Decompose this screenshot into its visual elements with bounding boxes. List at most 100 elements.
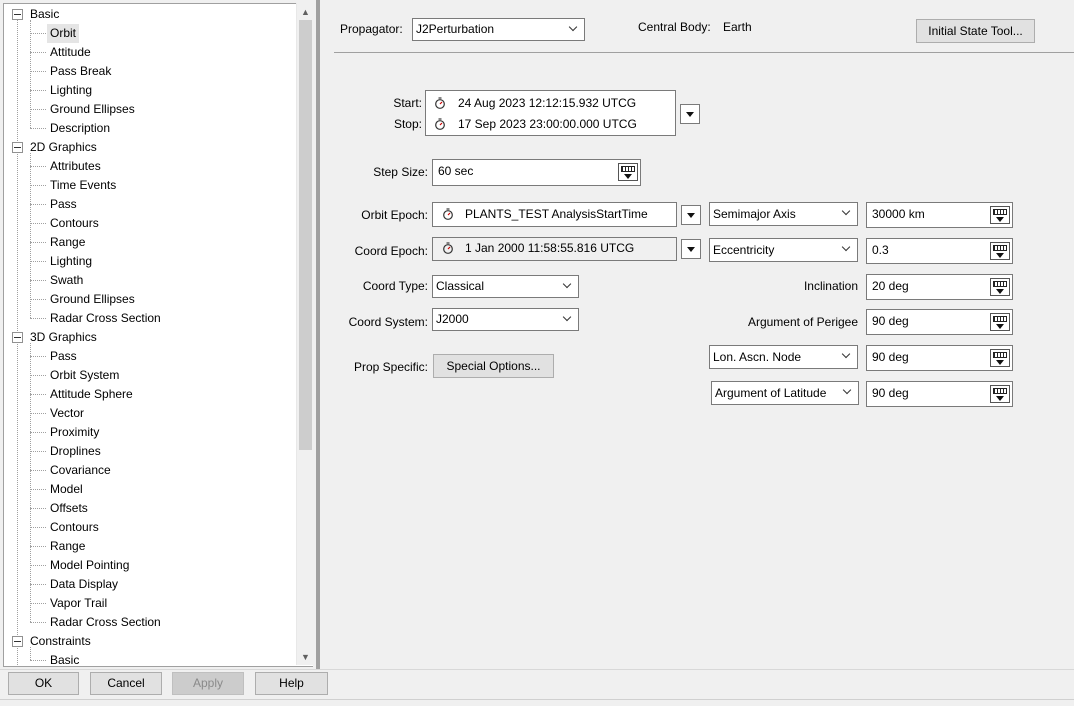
tree-category[interactable]: Constraints bbox=[30, 632, 91, 651]
tree-item[interactable]: Pass Break bbox=[50, 62, 111, 81]
collapse-toggle-icon[interactable] bbox=[12, 9, 23, 20]
chevron-down-icon bbox=[568, 19, 580, 40]
cancel-button[interactable]: Cancel bbox=[90, 672, 162, 695]
scroll-thumb[interactable] bbox=[299, 20, 312, 450]
coord-type-select[interactable]: Classical bbox=[432, 275, 579, 298]
tree-category[interactable]: Basic bbox=[30, 5, 59, 24]
special-options-button[interactable]: Special Options... bbox=[433, 354, 554, 378]
tree-item[interactable]: Attributes bbox=[50, 157, 101, 176]
tree-connector bbox=[30, 20, 31, 128]
argument-of-latitude-label: Argument of Latitude bbox=[715, 386, 827, 400]
central-body-value: Earth bbox=[723, 20, 752, 34]
collapse-toggle-icon[interactable] bbox=[12, 142, 23, 153]
coord-epoch-label: Coord Epoch: bbox=[354, 244, 428, 258]
lon-ascn-node-select[interactable]: Lon. Ascn. Node bbox=[709, 345, 858, 369]
unit-selector-icon[interactable] bbox=[618, 163, 638, 181]
tree-item[interactable]: Swath bbox=[50, 271, 83, 290]
tree-item[interactable]: Contours bbox=[50, 518, 99, 537]
lon-ascn-node-label: Lon. Ascn. Node bbox=[713, 350, 802, 364]
tree-item[interactable]: Orbit System bbox=[50, 366, 119, 385]
tree-item[interactable]: Model bbox=[50, 480, 83, 499]
argument-of-perigee-value: 90 deg bbox=[872, 314, 909, 328]
tree-item[interactable]: Vapor Trail bbox=[50, 594, 107, 613]
inclination-value: 20 deg bbox=[872, 279, 909, 293]
collapse-toggle-icon[interactable] bbox=[12, 636, 23, 647]
tree-item[interactable]: Lighting bbox=[50, 81, 92, 100]
unit-selector-icon[interactable] bbox=[990, 385, 1010, 403]
step-size-field[interactable]: 60 sec bbox=[432, 159, 641, 186]
start-time-value[interactable]: 24 Aug 2023 12:12:15.932 UTCG bbox=[458, 93, 636, 113]
tree-item[interactable]: Vector bbox=[50, 404, 84, 423]
tree-item[interactable]: Proximity bbox=[50, 423, 99, 442]
tree-item[interactable]: Ground Ellipses bbox=[50, 290, 135, 309]
coord-epoch-dropdown-button[interactable] bbox=[681, 239, 701, 259]
help-button[interactable]: Help bbox=[255, 672, 328, 695]
tree-item[interactable]: Pass bbox=[50, 195, 77, 214]
argument-of-latitude-select[interactable]: Argument of Latitude bbox=[711, 381, 859, 405]
unit-selector-icon[interactable] bbox=[990, 206, 1010, 224]
eccentricity-field[interactable]: 0.3 bbox=[866, 238, 1013, 264]
splitter[interactable] bbox=[316, 0, 320, 670]
tree-item[interactable]: Attitude Sphere bbox=[50, 385, 133, 404]
tree-item[interactable]: Ground Ellipses bbox=[50, 100, 135, 119]
stop-label: Stop: bbox=[393, 117, 422, 131]
coord-epoch-field[interactable]: 1 Jan 2000 11:58:55.816 UTCG bbox=[432, 237, 677, 261]
interval-box[interactable]: 24 Aug 2023 12:12:15.932 UTCG 17 Sep 202… bbox=[425, 90, 676, 136]
tree-item[interactable]: Range bbox=[50, 537, 85, 556]
tree-category[interactable]: 3D Graphics bbox=[30, 328, 97, 347]
unit-selector-icon[interactable] bbox=[990, 242, 1010, 260]
header-divider bbox=[334, 52, 1074, 53]
scroll-down-icon[interactable]: ▼ bbox=[300, 651, 311, 663]
interval-dropdown-button[interactable] bbox=[680, 104, 700, 124]
tree-item[interactable]: Description bbox=[50, 119, 110, 138]
tree-item[interactable]: Model Pointing bbox=[50, 556, 129, 575]
eccentricity-label: Eccentricity bbox=[713, 243, 775, 257]
tree-item[interactable]: Pass bbox=[50, 347, 77, 366]
initial-state-tool-button[interactable]: Initial State Tool... bbox=[916, 19, 1035, 43]
tree-connector bbox=[30, 185, 46, 186]
unit-selector-icon[interactable] bbox=[990, 313, 1010, 331]
tree-connector bbox=[30, 451, 46, 452]
tree-item[interactable]: Orbit bbox=[47, 24, 80, 43]
tree-connector bbox=[30, 343, 31, 622]
tree-item[interactable]: Time Events bbox=[50, 176, 116, 195]
orbit-epoch-dropdown-button[interactable] bbox=[681, 205, 701, 225]
unit-selector-icon[interactable] bbox=[990, 349, 1010, 367]
semimajor-axis-field[interactable]: 30000 km bbox=[866, 202, 1013, 228]
tree-item[interactable]: Range bbox=[50, 233, 85, 252]
ok-button[interactable]: OK bbox=[8, 672, 79, 695]
tree-scrollbar[interactable]: ▲ ▼ bbox=[296, 3, 314, 665]
tree-item[interactable]: Lighting bbox=[50, 252, 92, 271]
tree-item[interactable]: Basic bbox=[50, 651, 79, 666]
inclination-field[interactable]: 20 deg bbox=[866, 274, 1013, 300]
tree-item[interactable]: Radar Cross Section bbox=[50, 309, 161, 328]
stop-time-value[interactable]: 17 Sep 2023 23:00:00.000 UTCG bbox=[458, 114, 637, 134]
apply-button[interactable]: Apply bbox=[172, 672, 244, 695]
semimajor-axis-select[interactable]: Semimajor Axis bbox=[709, 202, 858, 226]
coord-system-label: Coord System: bbox=[348, 315, 428, 329]
propagator-select[interactable]: J2Perturbation bbox=[412, 18, 585, 41]
tree-item[interactable]: Droplines bbox=[50, 442, 101, 461]
tree-item[interactable]: Offsets bbox=[50, 499, 88, 518]
tree-category[interactable]: 2D Graphics bbox=[30, 138, 97, 157]
tree-connector bbox=[30, 128, 46, 129]
propagator-value: J2Perturbation bbox=[416, 22, 495, 36]
collapse-toggle-icon[interactable] bbox=[12, 332, 23, 343]
unit-selector-icon[interactable] bbox=[990, 278, 1010, 296]
tree-item[interactable]: Radar Cross Section bbox=[50, 613, 161, 632]
argument-of-perigee-field[interactable]: 90 deg bbox=[866, 309, 1013, 335]
tree-connector bbox=[30, 489, 46, 490]
tree-item[interactable]: Covariance bbox=[50, 461, 111, 480]
tree-connector bbox=[30, 204, 46, 205]
tree-item[interactable]: Attitude bbox=[50, 43, 91, 62]
tree-item[interactable]: Data Display bbox=[50, 575, 118, 594]
argument-of-latitude-field[interactable]: 90 deg bbox=[866, 381, 1013, 407]
scroll-up-icon[interactable]: ▲ bbox=[300, 6, 311, 18]
lon-ascn-node-field[interactable]: 90 deg bbox=[866, 345, 1013, 371]
eccentricity-select[interactable]: Eccentricity bbox=[709, 238, 858, 262]
tree-connector bbox=[30, 223, 46, 224]
coord-system-select[interactable]: J2000 bbox=[432, 308, 579, 331]
coord-epoch-value: 1 Jan 2000 11:58:55.816 UTCG bbox=[465, 241, 635, 255]
orbit-epoch-field[interactable]: PLANTS_TEST AnalysisStartTime bbox=[432, 202, 677, 227]
tree-item[interactable]: Contours bbox=[50, 214, 99, 233]
